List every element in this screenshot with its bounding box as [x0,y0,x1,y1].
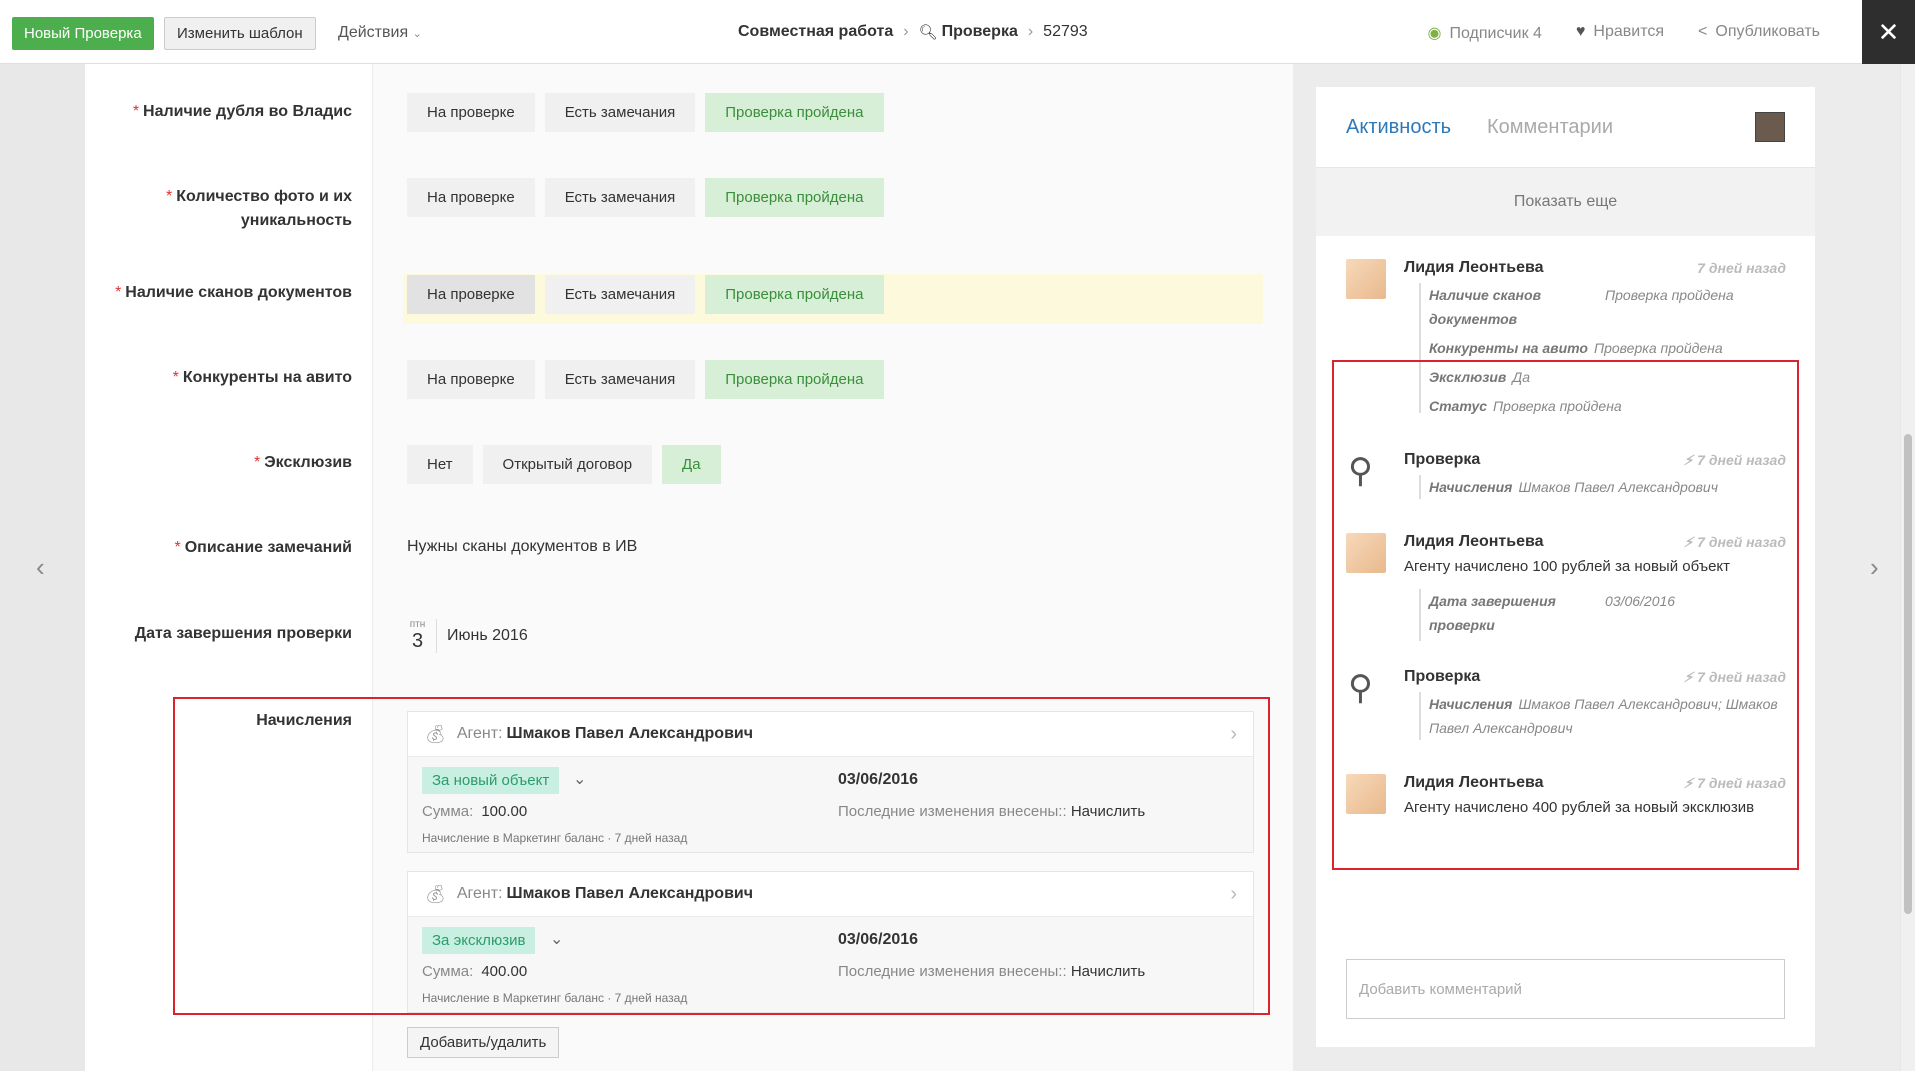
option-button[interactable]: На проверке [407,178,535,217]
option-button[interactable]: На проверке [407,275,535,314]
option-button[interactable]: Есть замечания [544,275,696,314]
share-icon: < [1698,23,1708,40]
chevron-down-icon: ⌄ [412,28,422,40]
exclusive-options: Нет Открытый договор Да [407,445,721,484]
breadcrumb-id: 52793 [1043,23,1088,40]
highlight-frame [173,697,1270,1015]
add-remove-button[interactable]: Добавить/удалить [407,1027,560,1058]
status-options: На проверке Есть замечания Проверка прой… [407,360,884,399]
completion-date[interactable]: птн 3 Июнь 2016 [407,619,528,653]
description-value[interactable]: Нужны сканы документов в ИВ [407,538,637,556]
option-button-selected[interactable]: Проверка пройдена [705,275,884,314]
status-options: На проверке Есть замечания Проверка прой… [407,275,884,314]
field-label: * Количество фото и их уникальность [166,188,352,229]
option-button-selected[interactable]: Да [662,445,721,484]
entry-change: Конкуренты на авито Проверка пройдена [1429,340,1723,356]
breadcrumb-check[interactable]: Проверка [942,23,1018,41]
tab-activity[interactable]: Активность [1346,116,1451,139]
close-button[interactable]: ✕ [1862,0,1915,64]
rss-icon: ◉ [1427,25,1442,42]
field-label: * Описание замечаний [174,539,352,556]
subscriber-button[interactable]: ◉ Подписчик 4 [1428,23,1542,43]
option-button[interactable]: Есть замечания [544,93,696,132]
entry-time: 7 дней назад [1697,260,1786,276]
chevron-right-icon: › [1027,23,1034,40]
option-button[interactable]: Открытый договор [482,445,653,484]
date-weekday: птн [409,619,426,630]
option-button[interactable]: На проверке [407,360,535,399]
option-button[interactable]: Нет [407,445,473,484]
option-button[interactable]: Есть замечания [544,360,696,399]
highlight-frame [1332,360,1799,870]
entry-author[interactable]: Лидия Леонтьева [1404,259,1544,276]
scrollbar-thumb[interactable] [1904,434,1912,914]
field-label: * Конкуренты на авито [172,369,352,386]
breadcrumb-collab[interactable]: Совместная работа [738,23,893,41]
new-check-button[interactable]: Новый Проверка [12,17,154,50]
publish-label: Опубликовать [1715,23,1820,40]
search-icon: 🔍︎ [918,24,938,41]
subscriber-label: Подписчик [1449,25,1529,42]
option-button[interactable]: Есть замечания [544,178,696,217]
chevron-right-icon: › [903,23,909,40]
breadcrumb: Совместная работа › 🔍︎ Проверка › 52793 [738,23,1088,41]
top-actions: ◉ Подписчик 4 ♥ Нравится < Опубликовать [1428,23,1820,43]
option-button-selected[interactable]: Проверка пройдена [705,360,884,399]
field-label: * Эксклюзив [254,454,352,471]
tab-comments[interactable]: Комментарии [1487,116,1613,139]
scrollbar[interactable] [1901,64,1915,1071]
heart-icon: ♥ [1575,23,1586,40]
option-button-selected[interactable]: Проверка пройдена [705,93,884,132]
publish-button[interactable]: < Опубликовать [1698,23,1820,43]
like-label: Нравится [1593,23,1665,40]
next-arrow-icon[interactable]: › [1870,552,1879,583]
avatar[interactable] [1755,112,1785,142]
date-month-year: Июнь 2016 [447,627,528,644]
like-button[interactable]: ♥ Нравится [1576,23,1664,43]
date-day: 3 [411,630,424,652]
comment-input[interactable]: Добавить комментарий [1346,959,1785,1019]
avatar [1346,259,1386,299]
field-label: * Наличие дубля во Владис [132,103,352,120]
entry-change: Наличие сканов документовПроверка пройде… [1429,287,1734,327]
field-label: Дата завершения проверки [134,625,352,642]
field-label: * Наличие сканов документов [115,284,352,301]
prev-arrow-icon[interactable]: ‹ [36,552,45,583]
top-bar: Новый Проверка Изменить шаблон Действия … [0,0,1915,64]
actions-menu[interactable]: Действия ⌄ [338,24,422,42]
actions-label: Действия [338,24,409,41]
edit-template-button[interactable]: Изменить шаблон [164,17,316,50]
show-more-button[interactable]: Показать еще [1316,168,1815,236]
option-button-selected[interactable]: Проверка пройдена [705,178,884,217]
status-options: На проверке Есть замечания Проверка прой… [407,178,884,217]
option-button[interactable]: На проверке [407,93,535,132]
status-options: На проверке Есть замечания Проверка прой… [407,93,884,132]
subscriber-count: 4 [1533,25,1542,42]
